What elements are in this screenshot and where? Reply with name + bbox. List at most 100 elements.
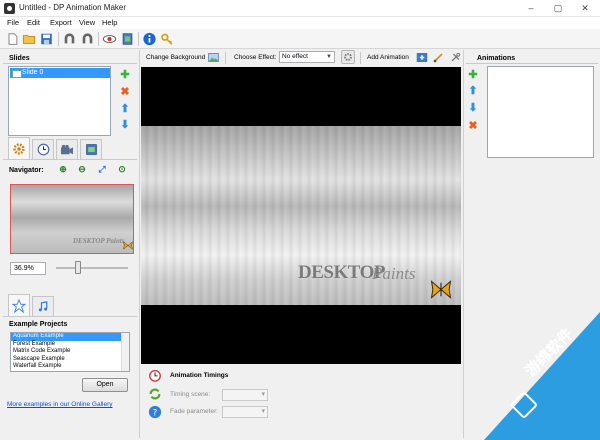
timing-scene-select[interactable] (222, 389, 268, 401)
animations-list[interactable] (487, 66, 594, 158)
refresh-icon (149, 388, 161, 400)
animation-canvas[interactable]: DESKTOP Paints (141, 67, 461, 364)
close-button[interactable]: ✕ (572, 0, 598, 16)
lower-tabs-baseline (3, 316, 137, 317)
navigator-label: Navigator: (9, 167, 44, 174)
open-button[interactable]: Open (82, 378, 128, 392)
effect-settings-button[interactable] (341, 50, 355, 64)
list-item[interactable]: Seascape Example (11, 356, 129, 364)
zoom-in-icon[interactable]: ⊕ (57, 163, 69, 175)
camera-icon (61, 144, 73, 154)
move-slide-down-button[interactable]: ⬇ (119, 118, 131, 131)
online-gallery-link[interactable]: More examples in our Online Gallery (7, 401, 113, 408)
tab-settings[interactable] (8, 137, 30, 159)
animations-header: Animations (477, 55, 516, 62)
tab-image[interactable] (80, 139, 102, 159)
example-projects-list[interactable]: Aquarium Example Forest Example Matrix C… (10, 332, 130, 372)
menu-file[interactable]: File (7, 18, 19, 27)
menu-edit[interactable]: Edit (27, 18, 40, 27)
title-bar: Untitled - DP Animation Maker – ▢ ✕ (0, 0, 600, 17)
zoom-slider-track[interactable] (56, 267, 128, 269)
toolbar-separator (138, 32, 139, 46)
list-item[interactable]: Aquarium Example (11, 333, 129, 341)
maximize-button[interactable]: ▢ (545, 0, 571, 16)
example-projects-header: Example Projects (9, 321, 68, 328)
toolbar-separator (58, 32, 59, 46)
preview-eye-icon[interactable] (102, 32, 117, 46)
export-icon[interactable] (120, 32, 135, 46)
minimize-button[interactable]: – (518, 0, 544, 16)
divider (3, 63, 137, 64)
effect-select-value: No effect (282, 53, 308, 60)
remove-slide-button[interactable]: ✖ (119, 85, 131, 98)
list-item[interactable]: Forest Example (11, 341, 129, 349)
window-title: Untitled - DP Animation Maker (19, 3, 127, 12)
chevron-down-icon: ▼ (326, 54, 332, 60)
add-slide-button[interactable]: ✚ (119, 68, 131, 81)
move-slide-up-button[interactable]: ⬆ (119, 102, 131, 115)
toolbar-separator (98, 32, 99, 46)
key-icon[interactable] (160, 32, 175, 46)
effect-select[interactable]: No effect ▼ (279, 51, 335, 63)
background-image[interactable]: DESKTOP Paints (141, 126, 461, 305)
info-icon[interactable] (142, 32, 157, 46)
zoom-field[interactable]: 36.9% (10, 262, 46, 275)
timing-scene-label: Timing scene: (170, 391, 211, 398)
alarm-clock-icon (149, 369, 161, 382)
actual-size-icon[interactable]: ⊙ (116, 163, 128, 175)
undo-icon[interactable] (62, 32, 77, 46)
watermark-paints: Paints (372, 264, 416, 283)
app-icon (4, 3, 15, 14)
add-animation-button[interactable]: ✚ (467, 68, 479, 81)
help-icon[interactable]: ? (148, 405, 162, 419)
star-icon (12, 298, 26, 313)
preview-watermark: DESKTOP Paints (73, 237, 125, 245)
zoom-slider-thumb[interactable] (74, 261, 81, 274)
menu-help[interactable]: Help (102, 18, 117, 27)
divider (466, 63, 598, 64)
slides-list[interactable]: Slide 0 (8, 66, 111, 136)
tab-examples[interactable] (8, 294, 30, 316)
change-background-label[interactable]: Change Background (146, 54, 205, 61)
move-animation-down-button[interactable]: ⬇ (467, 101, 479, 114)
redo-icon[interactable] (80, 32, 95, 46)
remove-animation-button[interactable]: ✖ (467, 119, 479, 132)
new-file-icon[interactable] (5, 32, 20, 46)
toolbar-separator (360, 52, 361, 64)
list-item[interactable]: Matrix Code Example (11, 348, 129, 356)
butterfly-icon (123, 241, 133, 250)
zoom-out-icon[interactable]: ⊖ (76, 163, 88, 175)
menu-export[interactable]: Export (50, 18, 72, 27)
butterfly-icon[interactable] (430, 280, 452, 299)
toolbar-separator (225, 52, 226, 64)
open-folder-icon[interactable] (22, 32, 37, 46)
navigator-preview[interactable]: DESKTOP Paints (10, 184, 134, 254)
choose-effect-label: Choose Effect: (234, 54, 277, 61)
effect-settings-icon (344, 53, 352, 61)
brush-icon[interactable] (433, 52, 444, 63)
list-item[interactable]: Waterfall Example (11, 363, 129, 371)
move-animation-up-button[interactable]: ⬆ (467, 84, 479, 97)
change-background-icon[interactable] (208, 52, 219, 63)
tab-music[interactable] (32, 296, 54, 316)
clock-icon (37, 143, 49, 156)
left-panel: Slides Slide 0 ✚ ✖ ⬆ ⬇ Navigator: ⊕ ⊖ ⤢ … (3, 51, 137, 437)
fit-to-window-icon[interactable]: ⤢ (96, 163, 108, 175)
fade-parameter-label: Fade parameter: (170, 408, 219, 415)
animation-timings-panel: Animation Timings Timing scene: ? Fade p… (140, 367, 462, 437)
fade-parameter-select[interactable] (222, 406, 268, 418)
tab-timing[interactable] (32, 139, 54, 159)
tab-camera[interactable] (56, 139, 78, 159)
save-icon[interactable] (39, 32, 54, 46)
slide-item[interactable]: Slide 0 (10, 68, 110, 78)
menu-view[interactable]: View (79, 18, 95, 27)
editor-toolbar: Change Background Choose Effect: No effe… (140, 50, 462, 66)
add-animation-icon[interactable] (416, 52, 428, 63)
tabs-baseline (3, 159, 137, 160)
tools-icon[interactable] (450, 52, 461, 63)
slides-header: Slides (9, 55, 30, 62)
svg-text:?: ? (153, 409, 158, 419)
settings-icon (13, 142, 25, 155)
list-scrollbar[interactable] (121, 333, 129, 371)
add-animation-label[interactable]: Add Animation (367, 54, 409, 61)
